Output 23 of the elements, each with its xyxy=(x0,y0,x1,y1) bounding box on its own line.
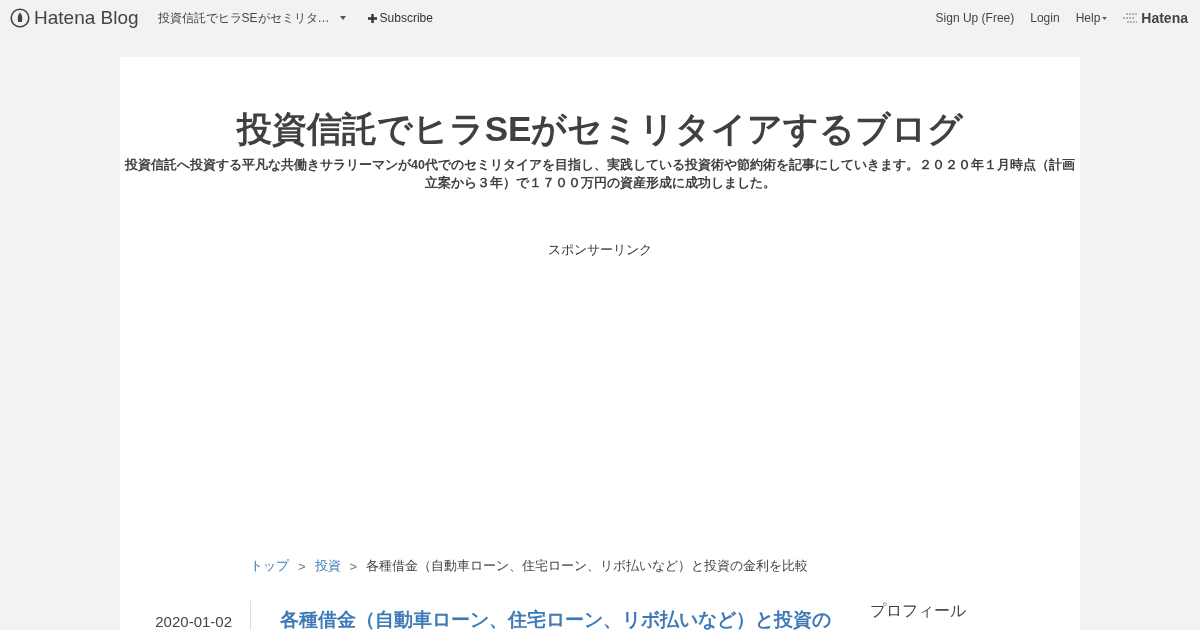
sponsor-label: スポンサーリンク xyxy=(548,241,652,259)
subscribe-link[interactable]: Subscribe xyxy=(367,11,433,25)
breadcrumb-link[interactable]: 投資 xyxy=(314,557,341,575)
caret-icon xyxy=(1102,16,1108,20)
plus-icon xyxy=(367,13,377,23)
breadcrumb-current: 各種借金（自動車ローン、住宅ローン、リボ払いなど）と投資の金利を比較 xyxy=(366,557,809,575)
sidebar-heading: プロフィール xyxy=(870,602,966,619)
pen-nib-icon xyxy=(10,8,30,28)
hatena-blog-logo[interactable]: Hatena Blog xyxy=(10,7,139,29)
blog-description: 投資信託へ投資する平凡な共働きサラリーマンが40代でのセミリタイアを目指し、実践している投資術や節約術を記事にしていきます。２０２０年１月時点（計画立案から３年）で１７００万円の資産形成に成功しました。 xyxy=(123,156,1076,192)
nav-link[interactable]: Sign Up (Free) xyxy=(935,11,1015,25)
nav-link[interactable]: Login xyxy=(1030,11,1060,25)
wave-lines-icon xyxy=(1123,12,1140,24)
caret-icon xyxy=(339,16,346,20)
blog-menu-dropdown[interactable]: 投資信託でヒラSEがセミリタ… xyxy=(157,9,346,27)
help-menu[interactable]: Help xyxy=(1075,11,1108,25)
breadcrumb-separator: > xyxy=(349,558,358,574)
breadcrumb-link[interactable]: トップ xyxy=(250,557,289,575)
hatena-logo[interactable]: Hatena xyxy=(1123,10,1188,26)
breadcrumb-separator: > xyxy=(298,558,306,574)
entry-date[interactable]: 2020-01-02 xyxy=(120,601,250,630)
entry-title[interactable]: 各種借金（自動車ローン、住宅ローン、リボ払いなど）と投資の xyxy=(280,609,831,630)
blog-title[interactable]: 投資信託でヒラSEがセミリタイアするブログ xyxy=(236,107,964,151)
